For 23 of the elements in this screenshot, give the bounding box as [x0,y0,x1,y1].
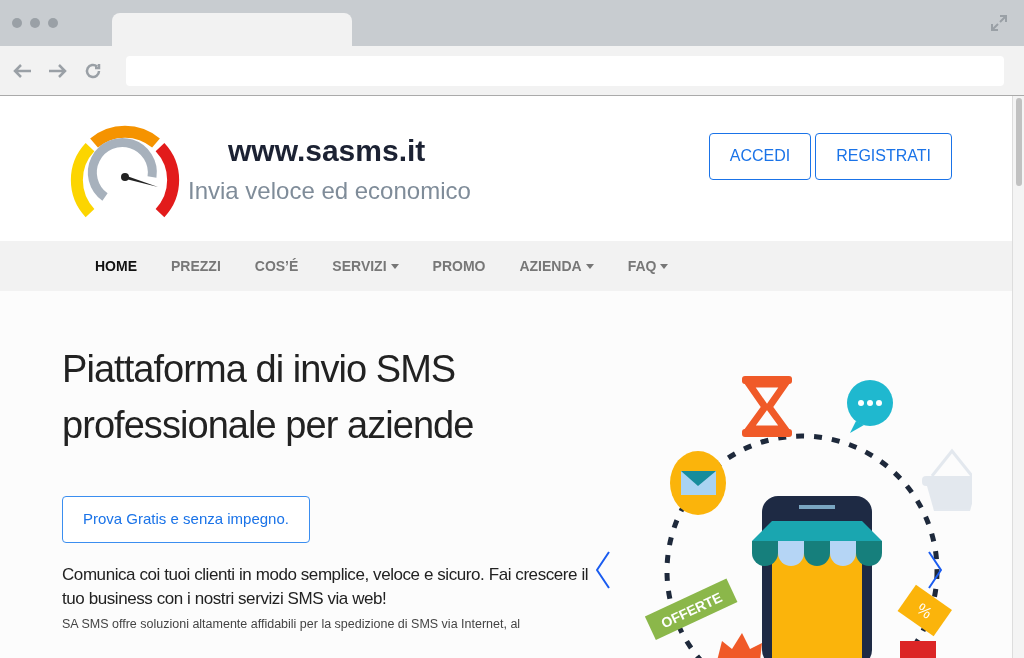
tagline: Invia veloce ed economico [188,176,471,206]
nav-link[interactable]: PROMO [432,255,486,277]
forward-arrow-icon[interactable] [48,62,68,79]
nav-link[interactable]: SERVIZI [332,255,399,277]
hero-subtitle: Comunica coi tuoi clienti in modo semplice, veloce e sicuro. Fai crescere il tuo business con i nostri servizi SMS via web! [62,564,590,610]
scrollbar-thumb[interactable] [1015,98,1022,186]
site-name: www.sasms.it [228,133,427,169]
back-arrow-icon[interactable] [12,62,32,79]
header-button[interactable]: REGISTRATI [815,132,952,180]
expand-icon[interactable] [990,14,1008,32]
nav-link[interactable]: FAQ [627,255,669,277]
carousel-next-icon[interactable] [928,551,942,589]
reload-icon[interactable] [84,61,102,80]
carousel-prev-icon[interactable] [596,551,610,589]
hero-body: SA SMS offre soluzioni altamente affidabili per la spedizione di SMS via Internet, al [62,616,522,633]
cta-button[interactable]: Prova Gratis e senza impegno. [62,496,310,543]
nav-link[interactable]: AZIENDA [519,255,594,277]
nav-link[interactable]: PREZZI [171,255,221,277]
nav-link[interactable]: HOME [95,255,137,277]
browser-tab[interactable] [112,13,352,46]
header-button[interactable]: ACCEDI [708,132,812,180]
hero-title: Piattaforma di invio SMS professionale per aziende [62,347,475,448]
nav-link[interactable]: COS’É [254,255,299,277]
